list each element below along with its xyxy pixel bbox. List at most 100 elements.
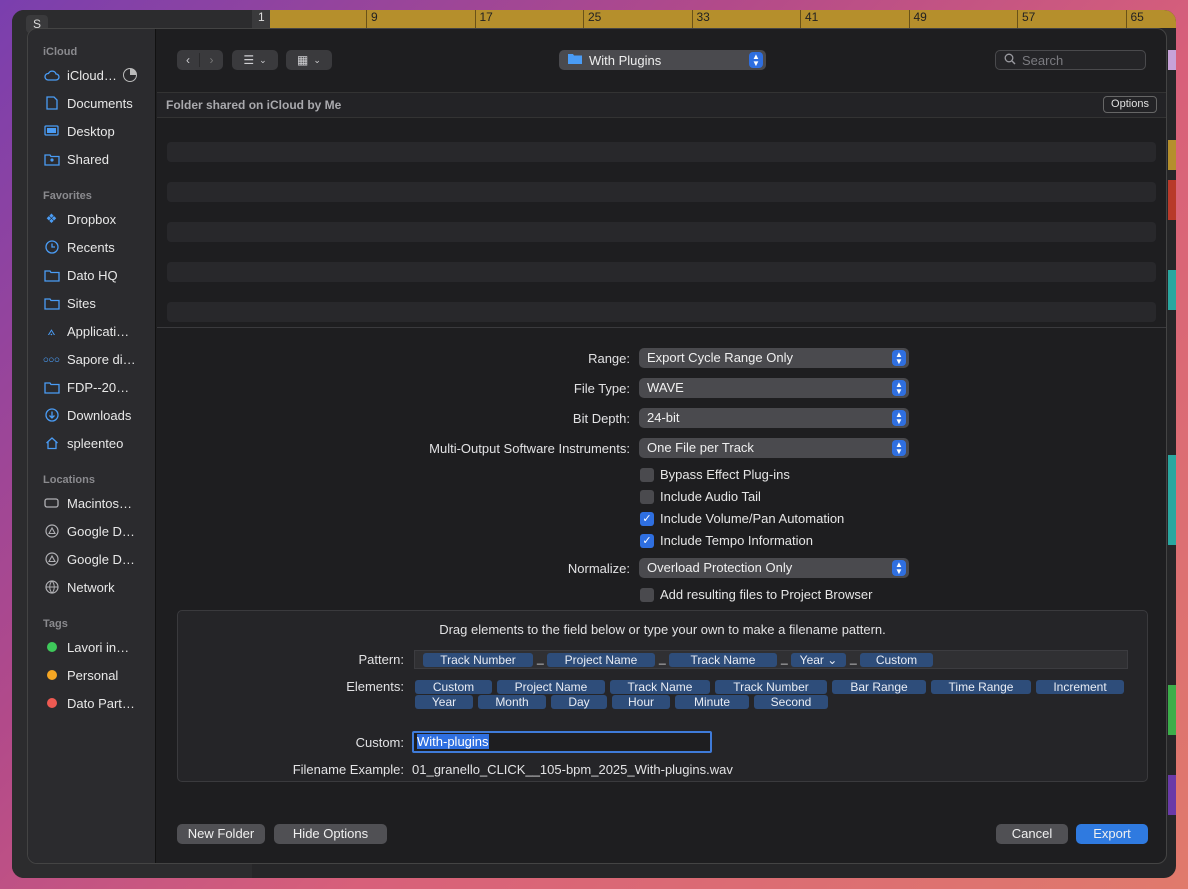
custom-text-field[interactable]: With-plugins — [412, 731, 712, 753]
element-time-range[interactable]: Time Range — [931, 680, 1031, 694]
normalize-label: Normalize: — [567, 561, 630, 576]
sidebar-item-shared[interactable]: Shared — [43, 149, 153, 169]
sidebar-item-applications[interactable]: ⟑ Applicati… — [43, 321, 153, 341]
checkbox-box — [640, 587, 654, 602]
hide-options-button[interactable]: Hide Options — [274, 824, 387, 844]
nav-buttons: ‹ › — [177, 50, 223, 70]
back-button[interactable]: ‹ — [177, 53, 200, 67]
sidebar-item-sapore[interactable]: ဝဝဝ Sapore di… — [43, 349, 153, 369]
sidebar-item-icloud[interactable]: iCloud… — [43, 65, 153, 85]
add-to-browser-checkbox[interactable]: Add resulting files to Project Browser — [640, 587, 872, 602]
element-custom[interactable]: Custom — [415, 680, 492, 694]
bit-depth-select[interactable]: 24-bit ▲ ▼ — [639, 408, 909, 428]
forward-button[interactable]: › — [200, 53, 223, 67]
element-track-name[interactable]: Track Name — [610, 680, 710, 694]
tempo-info-checkbox[interactable]: ✓ Include Tempo Information — [640, 533, 813, 548]
list-view-button[interactable]: ☰ ⌄ — [232, 50, 278, 70]
pattern-field[interactable]: Track Number _ Project Name _ Track Name… — [414, 650, 1128, 669]
sidebar-tag-lavori[interactable]: Lavori in… — [43, 637, 153, 657]
range-label: Range: — [588, 351, 630, 366]
sidebar-section-title: iCloud — [43, 46, 78, 58]
element-day[interactable]: Day — [551, 695, 607, 709]
folder-icon — [43, 268, 60, 282]
pattern-token-custom[interactable]: Custom — [860, 653, 933, 667]
sidebar-item-macintosh[interactable]: Macintos… — [43, 493, 153, 513]
main-panel: ‹ › ☰ ⌄ ▦ ⌄ With Plugins ▲ ▼ Search Folde… — [157, 29, 1166, 863]
element-increment[interactable]: Increment — [1036, 680, 1124, 694]
volume-pan-checkbox[interactable]: ✓ Include Volume/Pan Automation — [640, 511, 844, 526]
elements-label: Elements: — [346, 679, 404, 694]
file-list-row[interactable] — [167, 262, 1156, 282]
sidebar-section-title: Locations — [43, 474, 95, 486]
sidebar-item-recents[interactable]: Recents — [43, 237, 153, 257]
folder-popup-label: With Plugins — [589, 52, 662, 68]
file-list-row[interactable] — [167, 302, 1156, 322]
multi-output-label: Multi-Output Software Instruments: — [429, 441, 630, 456]
element-project-name[interactable]: Project Name — [497, 680, 605, 694]
element-year[interactable]: Year — [415, 695, 473, 709]
checkbox-label: Include Volume/Pan Automation — [660, 511, 845, 526]
sidebar-item-sites[interactable]: Sites — [43, 293, 153, 313]
sidebar-item-fdp[interactable]: FDP--20… — [43, 377, 153, 397]
file-list-row[interactable] — [167, 182, 1156, 202]
clock-icon — [43, 240, 60, 254]
cancel-button[interactable]: Cancel — [996, 824, 1068, 844]
pattern-token-track-name[interactable]: Track Name — [669, 653, 777, 667]
new-folder-button[interactable]: New Folder — [177, 824, 265, 844]
sidebar-item-google-drive[interactable]: Google D… — [43, 521, 153, 541]
popup-arrows-icon: ▲ ▼ — [749, 52, 763, 68]
sidebar-item-downloads[interactable]: Downloads — [43, 405, 153, 425]
file-type-select[interactable]: WAVE ▲ ▼ — [639, 378, 909, 398]
bypass-effect-checkbox[interactable]: Bypass Effect Plug-ins — [640, 467, 790, 482]
audio-tail-checkbox[interactable]: Include Audio Tail — [640, 489, 761, 504]
daw-ruler[interactable]: 9 17 25 33 41 49 57 65 — [252, 10, 1176, 28]
chevron-left-icon: ‹ — [186, 53, 190, 67]
element-second[interactable]: Second — [754, 695, 828, 709]
file-list-row[interactable] — [167, 142, 1156, 162]
sidebar-tag-dato-part[interactable]: Dato Part… — [43, 693, 153, 713]
sidebar-item-dropbox[interactable]: ❖ Dropbox — [43, 209, 153, 229]
sidebar-item-google-drive-2[interactable]: Google D… — [43, 549, 153, 569]
pattern-token-track-number[interactable]: Track Number — [423, 653, 533, 667]
element-month[interactable]: Month — [478, 695, 546, 709]
chevron-right-icon: › — [209, 53, 214, 67]
ruler-number: 17 — [474, 10, 493, 28]
checkmark-icon: ✓ — [640, 533, 654, 548]
sidebar-section-title: Favorites — [43, 190, 92, 202]
search-field[interactable]: Search — [995, 50, 1146, 70]
sidebar-item-dato-hq[interactable]: Dato HQ — [43, 265, 153, 285]
ruler-number: 57 — [1017, 10, 1035, 28]
element-hour[interactable]: Hour — [612, 695, 670, 709]
element-track-number[interactable]: Track Number — [715, 680, 827, 694]
sidebar-item-desktop[interactable]: Desktop — [43, 121, 153, 141]
folder-icon — [567, 52, 583, 68]
network-icon — [43, 580, 60, 594]
sidebar-item-home[interactable]: spleenteo — [43, 433, 153, 453]
element-minute[interactable]: Minute — [675, 695, 749, 709]
sidebar-tag-personal[interactable]: Personal — [43, 665, 153, 685]
folder-popup[interactable]: With Plugins ▲ ▼ — [559, 50, 766, 70]
sidebar-item-network[interactable]: Network — [43, 577, 153, 597]
grid-view-button[interactable]: ▦ ⌄ — [286, 50, 332, 70]
sidebar-item-documents[interactable]: Documents — [43, 93, 153, 113]
ruler-number: 41 — [800, 10, 818, 28]
element-bar-range[interactable]: Bar Range — [832, 680, 926, 694]
track-region — [1168, 685, 1176, 735]
file-list-row[interactable] — [167, 222, 1156, 242]
track-region — [1168, 50, 1176, 70]
grid-icon: ▦ — [297, 53, 309, 67]
pattern-instructions: Drag elements to the field below or type… — [439, 622, 886, 637]
shared-folder-icon — [43, 152, 60, 166]
pattern-token-year[interactable]: Year ⌄ — [791, 653, 846, 667]
filename-example-value: 01_granello_CLICK__105-bpm_2025_With-plu… — [412, 762, 733, 777]
options-button[interactable]: Options — [1103, 96, 1157, 113]
folder-icon — [43, 296, 60, 310]
pattern-token-project-name[interactable]: Project Name — [547, 653, 655, 667]
multi-output-select[interactable]: One File per Track ▲ ▼ — [639, 438, 909, 458]
checkbox-label: Include Audio Tail — [660, 489, 761, 504]
range-select[interactable]: Export Cycle Range Only ▲ ▼ — [639, 348, 909, 368]
tag-dot-icon — [46, 642, 57, 652]
ruler-number: 1 — [252, 10, 270, 28]
export-button[interactable]: Export — [1076, 824, 1148, 844]
normalize-select[interactable]: Overload Protection Only ▲ ▼ — [639, 558, 909, 578]
